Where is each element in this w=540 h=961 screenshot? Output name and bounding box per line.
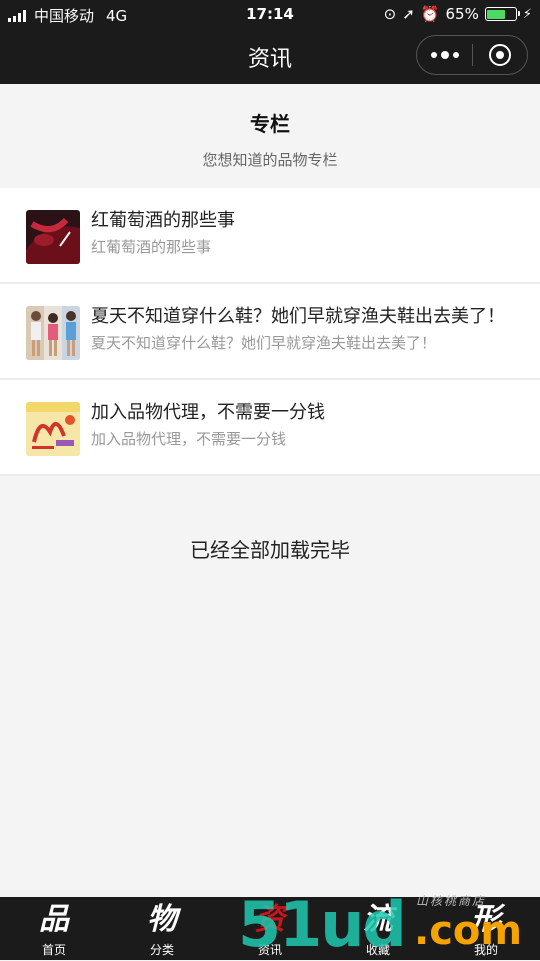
tab-news[interactable]: 资 资讯 (216, 897, 324, 960)
tab-label: 收藏 (365, 943, 390, 957)
tab-label: 资讯 (257, 943, 282, 957)
dot-icon (452, 52, 459, 58)
battery-fill (487, 9, 505, 19)
article-list: 红葡萄酒的那些事 红葡萄酒的那些事 夏天不知道穿什么鞋？她们早就穿渔夫鞋出去美了 (0, 188, 540, 476)
tab-label: 首页 (41, 943, 66, 957)
column-title: 专栏 (250, 112, 290, 136)
home-tab-icon: 品 (39, 902, 69, 937)
tab-category[interactable]: 物 分类 (108, 897, 216, 960)
target-icon (488, 44, 511, 66)
battery-icon (484, 7, 520, 21)
article-summary: 夏天不知道穿什么鞋？她们早就穿渔夫鞋出去美了！ (91, 334, 437, 352)
profile-tab-icon: 形 (471, 902, 501, 937)
fashion-photo-image (26, 306, 80, 360)
column-subtitle: 您想知道的品物专栏 (202, 151, 338, 169)
article-item[interactable]: 加入品物代理，不需要一分钱 加入品物代理，不需要一分钱 (0, 380, 540, 476)
tab-label: 我的 (473, 943, 498, 957)
location-icon: ➚ (402, 5, 415, 23)
status-bar: 中国移动 4G 17:14 ⊙ ➚ ⏰ 65% ⚡ (0, 0, 540, 28)
article-summary: 红葡萄酒的那些事 (91, 238, 212, 256)
tab-mine[interactable]: 形 我的 (432, 897, 540, 960)
status-right: ⊙ ➚ ⏰ 65% ⚡ (384, 5, 532, 23)
news-tab-icon: 资 (255, 902, 285, 937)
red-wine-image (26, 210, 80, 264)
article-title: 红葡萄酒的那些事 (91, 210, 235, 231)
category-tab-icon: 物 (147, 902, 177, 937)
tab-favorites[interactable]: 流 收藏 (324, 897, 432, 960)
alarm-icon: ⏰ (420, 5, 440, 23)
favorites-tab-icon: 流 (363, 902, 393, 937)
charging-icon: ⚡ (522, 6, 532, 22)
agent-poster-image (26, 402, 80, 456)
orientation-lock-icon: ⊙ (383, 5, 397, 23)
article-summary: 加入品物代理，不需要一分钱 (91, 430, 287, 448)
tab-label: 分类 (149, 943, 174, 957)
dot-icon (430, 52, 437, 58)
battery-percent: 65% (445, 5, 479, 23)
article-item[interactable]: 红葡萄酒的那些事 红葡萄酒的那些事 (0, 188, 540, 284)
dot-icon (440, 51, 449, 59)
nav-bar: 资讯 (0, 28, 540, 84)
article-title: 夏天不知道穿什么鞋？她们早就穿渔夫鞋出去美了！ (91, 306, 505, 327)
list-end-message: 已经全部加载完毕 (190, 538, 350, 562)
article-title: 加入品物代理，不需要一分钱 (91, 402, 325, 423)
column-header: 专栏 您想知道的品物专栏 (0, 84, 540, 188)
close-mini-program-button[interactable] (473, 36, 527, 74)
more-menu-button[interactable] (417, 36, 472, 74)
tab-bar: 品 首页 物 分类 资 资讯 流 收藏 形 我的 (0, 897, 540, 960)
article-item[interactable]: 夏天不知道穿什么鞋？她们早就穿渔夫鞋出去美了！ 夏天不知道穿什么鞋？她们早就穿渔… (0, 284, 540, 380)
tab-home[interactable]: 品 首页 (0, 897, 108, 960)
mini-program-capsule (416, 35, 528, 75)
